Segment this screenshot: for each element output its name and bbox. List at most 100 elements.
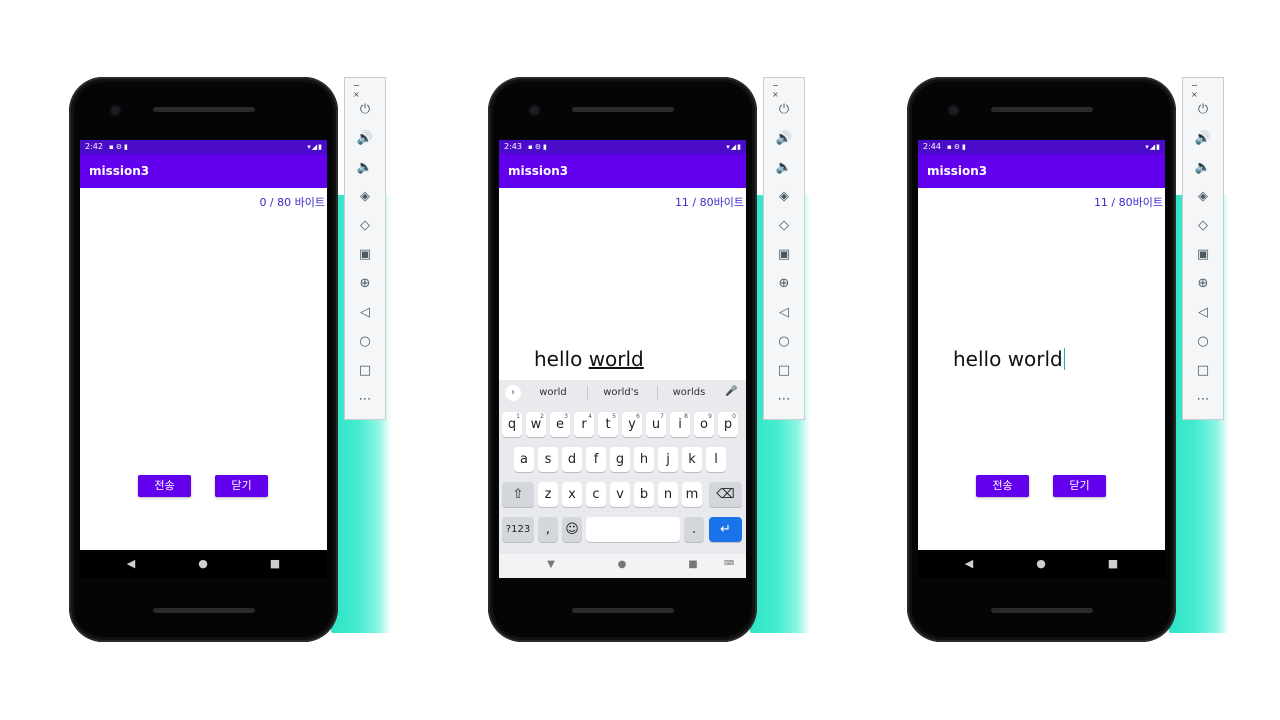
back-icon[interactable]: ◁ — [1192, 303, 1214, 323]
send-button[interactable]: 전송 — [976, 475, 1029, 497]
earpiece — [991, 107, 1093, 112]
zoom-icon[interactable]: ⊕ — [354, 274, 376, 294]
space-key[interactable] — [586, 517, 680, 542]
rotate-right-icon[interactable]: ◇ — [354, 216, 376, 236]
key-s[interactable]: s — [538, 447, 558, 472]
shift-key-icon[interactable]: ⇧ — [502, 482, 534, 507]
key-i[interactable]: i8 — [670, 412, 690, 437]
key-w[interactable]: w2 — [526, 412, 546, 437]
power-icon[interactable]: ⏻ — [354, 100, 376, 120]
home-icon[interactable]: ○ — [773, 332, 795, 352]
rotate-left-icon[interactable]: ◈ — [773, 187, 795, 207]
volume-down-icon[interactable]: 🔈 — [1192, 158, 1214, 178]
volume-up-icon[interactable]: 🔊 — [773, 129, 795, 149]
zoom-icon[interactable]: ⊕ — [1192, 274, 1214, 294]
key-x[interactable]: x — [562, 482, 582, 507]
emoji-key-icon[interactable]: ☺ — [562, 517, 582, 542]
key-m[interactable]: m — [682, 482, 702, 507]
more-icon[interactable]: ⋯ — [1192, 390, 1214, 410]
window-buttons[interactable]: − × — [772, 81, 804, 99]
backspace-key-icon[interactable]: ⌫ — [709, 482, 742, 507]
key-t[interactable]: t5 — [598, 412, 618, 437]
signal-battery-icons: ▾◢▮ — [726, 143, 742, 151]
nav-bar: ◀ ● ■ — [918, 550, 1165, 578]
volume-down-icon[interactable]: 🔈 — [354, 158, 376, 178]
key-o[interactable]: o9 — [694, 412, 714, 437]
hide-keyboard-icon[interactable]: ▼ — [545, 559, 557, 570]
nav-home-icon[interactable]: ● — [1034, 557, 1048, 571]
front-camera — [949, 106, 958, 115]
rotate-left-icon[interactable]: ◈ — [1192, 187, 1214, 207]
overview-icon[interactable]: □ — [354, 361, 376, 381]
send-button[interactable]: 전송 — [138, 475, 191, 497]
more-icon[interactable]: ⋯ — [354, 390, 376, 410]
key-h[interactable]: h — [634, 447, 654, 472]
close-button[interactable]: 닫기 — [215, 475, 268, 497]
symbols-key[interactable]: ?123 — [502, 517, 534, 542]
overview-icon[interactable]: □ — [1192, 361, 1214, 381]
suggestion-2[interactable]: world's — [591, 387, 651, 398]
key-a[interactable]: a — [514, 447, 534, 472]
key-r[interactable]: r4 — [574, 412, 594, 437]
key-b[interactable]: b — [634, 482, 654, 507]
rotate-left-icon[interactable]: ◈ — [354, 187, 376, 207]
period-key[interactable]: . — [684, 517, 704, 542]
camera-icon[interactable]: ▣ — [1192, 245, 1214, 265]
nav-recents-icon[interactable]: ■ — [1106, 557, 1120, 571]
rotate-right-icon[interactable]: ◇ — [1192, 216, 1214, 236]
key-p[interactable]: p0 — [718, 412, 738, 437]
key-n[interactable]: n — [658, 482, 678, 507]
nav-back-icon[interactable]: ◀ — [962, 557, 976, 571]
nav-home-icon[interactable]: ● — [616, 559, 628, 570]
key-l[interactable]: l — [706, 447, 726, 472]
message-input[interactable]: hello world — [953, 347, 1065, 371]
message-text: hello world — [953, 347, 1063, 371]
phone-frame: 2:44 ▪⚙▮ ▾◢▮ mission3 11 / 80바이트 hello w… — [907, 77, 1176, 642]
volume-up-icon[interactable]: 🔊 — [1192, 129, 1214, 149]
key-k[interactable]: k — [682, 447, 702, 472]
close-button[interactable]: 닫기 — [1053, 475, 1106, 497]
expand-chevron-icon[interactable]: › — [505, 385, 521, 401]
key-u[interactable]: u7 — [646, 412, 666, 437]
camera-icon[interactable]: ▣ — [354, 245, 376, 265]
key-e[interactable]: e3 — [550, 412, 570, 437]
enter-key-icon[interactable]: ↵ — [709, 517, 742, 542]
power-icon[interactable]: ⏻ — [773, 100, 795, 120]
message-input[interactable]: hello world — [534, 347, 644, 371]
earpiece — [572, 107, 674, 112]
key-g[interactable]: g — [610, 447, 630, 472]
home-icon[interactable]: ○ — [1192, 332, 1214, 352]
keyboard-switch-icon[interactable]: ⌨ — [723, 559, 735, 567]
back-icon[interactable]: ◁ — [773, 303, 795, 323]
window-buttons[interactable]: − × — [353, 81, 385, 99]
rotate-right-icon[interactable]: ◇ — [773, 216, 795, 236]
key-q[interactable]: q1 — [502, 412, 522, 437]
key-f[interactable]: f — [586, 447, 606, 472]
nav-recents-icon[interactable]: ■ — [268, 557, 282, 571]
key-v[interactable]: v — [610, 482, 630, 507]
overview-icon[interactable]: □ — [773, 361, 795, 381]
camera-icon[interactable]: ▣ — [773, 245, 795, 265]
mic-icon[interactable]: 🎤 — [725, 386, 737, 397]
nav-home-icon[interactable]: ● — [196, 557, 210, 571]
back-icon[interactable]: ◁ — [354, 303, 376, 323]
power-icon[interactable]: ⏻ — [1192, 100, 1214, 120]
status-bar: 2:44 ▪⚙▮ ▾◢▮ — [918, 140, 1165, 154]
more-icon[interactable]: ⋯ — [773, 390, 795, 410]
key-d[interactable]: d — [562, 447, 582, 472]
suggestion-1[interactable]: world — [523, 387, 583, 398]
nav-recents-icon[interactable]: ■ — [687, 559, 699, 570]
app-title: mission3 — [927, 164, 988, 178]
suggestion-3[interactable]: worlds — [659, 387, 719, 398]
key-c[interactable]: c — [586, 482, 606, 507]
comma-key[interactable]: , — [538, 517, 558, 542]
key-j[interactable]: j — [658, 447, 678, 472]
volume-up-icon[interactable]: 🔊 — [354, 129, 376, 149]
window-buttons[interactable]: − × — [1191, 81, 1223, 99]
key-z[interactable]: z — [538, 482, 558, 507]
home-icon[interactable]: ○ — [354, 332, 376, 352]
nav-back-icon[interactable]: ◀ — [124, 557, 138, 571]
key-y[interactable]: y6 — [622, 412, 642, 437]
volume-down-icon[interactable]: 🔈 — [773, 158, 795, 178]
zoom-icon[interactable]: ⊕ — [773, 274, 795, 294]
